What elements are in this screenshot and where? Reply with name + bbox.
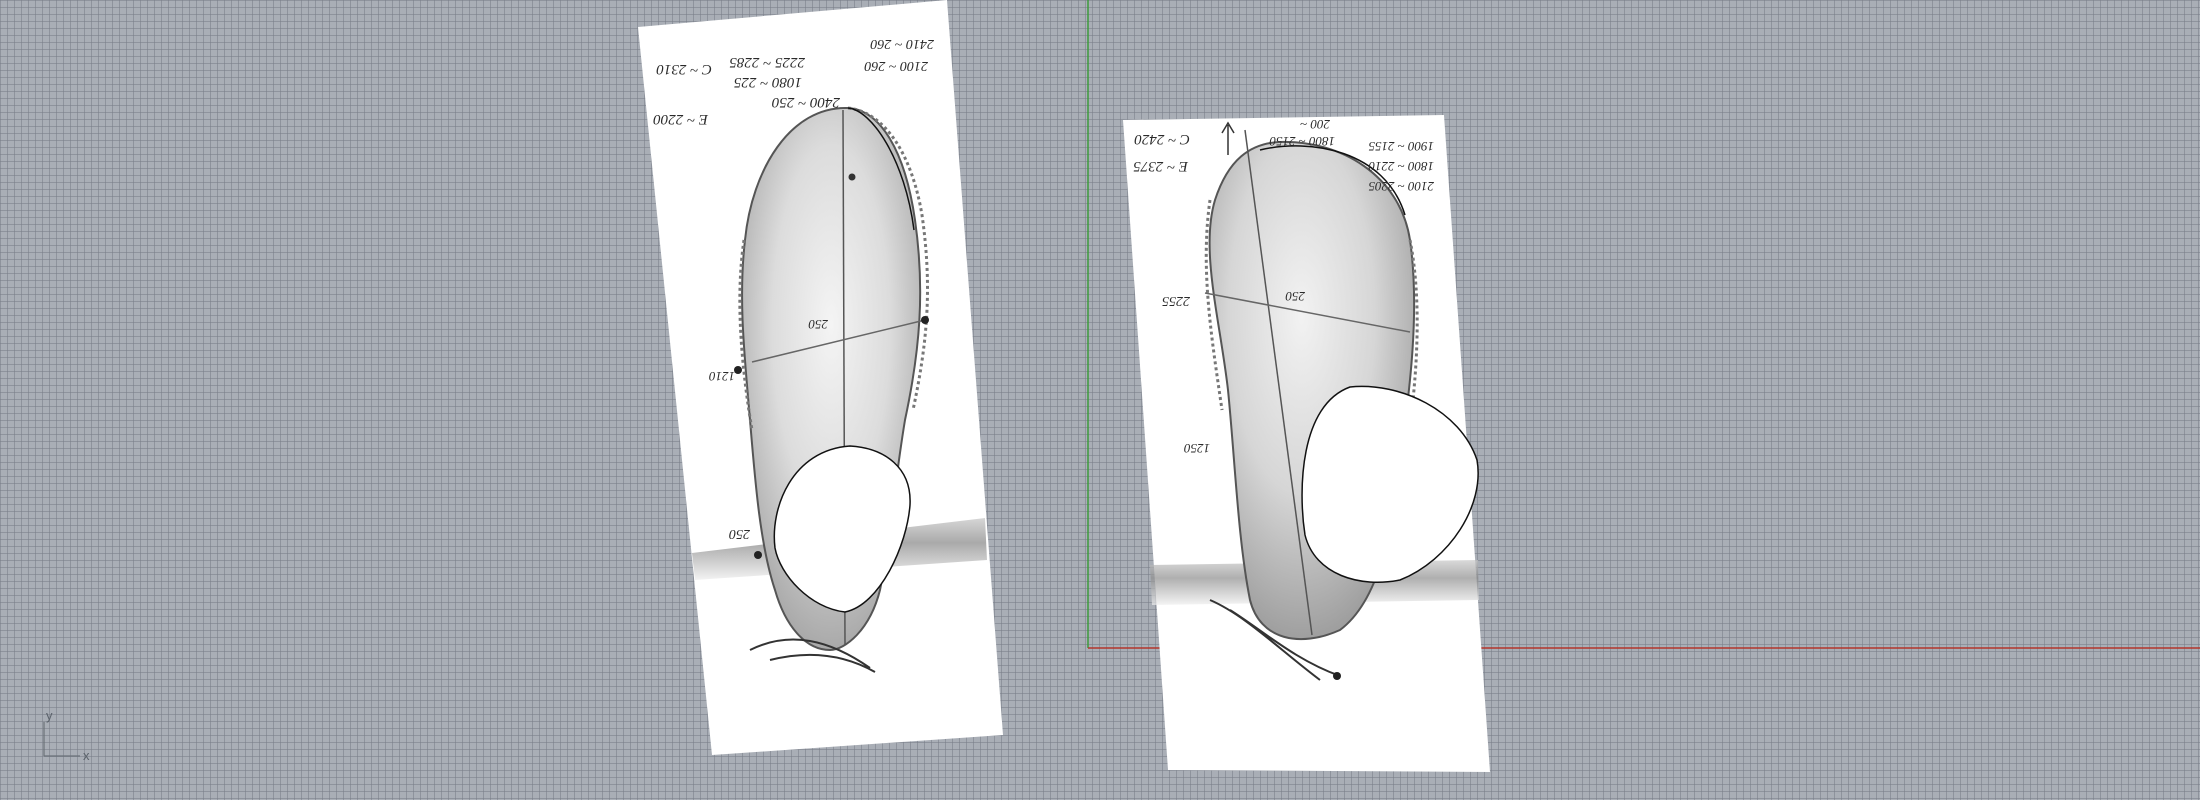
right-note-6: 1800 ~ 2210 [1368, 159, 1434, 174]
left-marker-d [754, 551, 762, 559]
left-note-8: 250 [808, 317, 828, 332]
left-note-9: 1210 [709, 369, 736, 384]
gizmo-y-label: y [46, 708, 53, 723]
left-note-10: 250 [729, 526, 750, 541]
right-note-1: C ~ 2420 [1134, 131, 1190, 147]
viewport-canvas[interactable]: C ~ 2310 E ~ 2200 2225 ~ 2285 1080 ~ 225… [0, 0, 2200, 800]
right-marker-a [1333, 672, 1341, 680]
left-note-6: 2410 ~ 260 [870, 36, 934, 51]
axis-gizmo: y x [43, 708, 90, 763]
right-note-9: 250 [1285, 289, 1305, 304]
left-reference-image[interactable]: C ~ 2310 E ~ 2200 2225 ~ 2285 1080 ~ 225… [638, 0, 1003, 755]
left-note-1: C ~ 2310 [656, 61, 712, 77]
right-note-5: 1900 ~ 2155 [1368, 139, 1434, 154]
right-note-4: 1800 ~ 2150 [1269, 134, 1335, 149]
left-note-4: 1080 ~ 225 [733, 74, 802, 90]
left-note-7: 2100 ~ 260 [864, 58, 928, 73]
left-note-5: 2400 ~ 250 [771, 94, 840, 110]
right-note-2: E ~ 2375 [1133, 158, 1189, 174]
right-note-8: 2255 [1162, 293, 1190, 308]
right-note-7: 2100 ~ 2205 [1368, 179, 1434, 194]
left-marker-a [848, 173, 856, 181]
right-note-10: 1250 [1184, 441, 1211, 456]
left-marker-c [921, 316, 929, 324]
right-note-3: 200 ~ [1300, 117, 1330, 132]
right-reference-image[interactable]: C ~ 2420 E ~ 2375 200 ~ 1800 ~ 2150 1900… [1123, 115, 1490, 772]
gizmo-x-label: x [83, 748, 90, 763]
left-note-2: E ~ 2200 [653, 111, 709, 127]
left-note-3: 2225 ~ 2285 [729, 54, 805, 70]
top-viewport[interactable]: C ~ 2310 E ~ 2200 2225 ~ 2285 1080 ~ 225… [0, 0, 2200, 800]
